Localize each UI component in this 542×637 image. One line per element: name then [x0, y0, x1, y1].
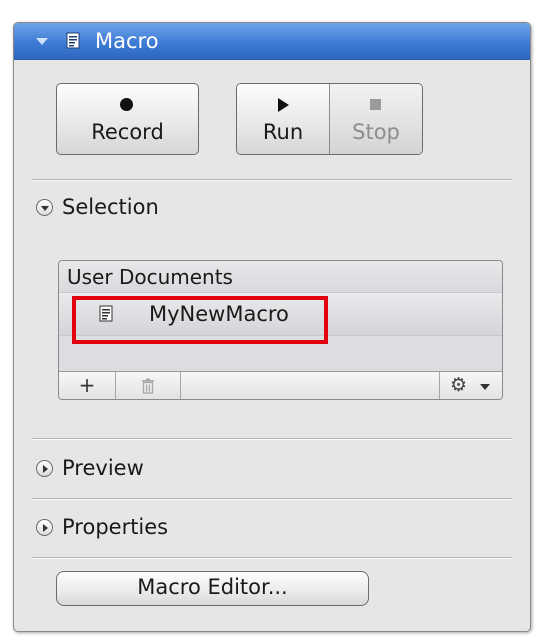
play-icon: [278, 98, 289, 112]
chevron-down-icon[interactable]: [36, 38, 48, 45]
macro-panel: Macro Record Run Stop Selection User Doc…: [13, 22, 531, 632]
divider: [32, 498, 512, 500]
properties-label: Properties: [62, 515, 169, 539]
list-toolbar: + ⚙: [59, 371, 502, 399]
run-stop-group: Run Stop: [236, 83, 423, 155]
run-label: Run: [262, 120, 304, 144]
options-menu-button[interactable]: ⚙: [439, 372, 502, 399]
disclosure-collapsed-icon[interactable]: [36, 460, 53, 477]
record-dot-icon: [120, 98, 133, 111]
selection-label: Selection: [62, 195, 159, 219]
background-strip: [0, 0, 542, 22]
list-group-header: User Documents: [59, 261, 502, 291]
add-button[interactable]: +: [59, 372, 116, 399]
list-item-label: MyNewMacro: [149, 302, 289, 326]
divider: [32, 557, 512, 559]
plus-icon: +: [78, 373, 96, 397]
disclosure-expanded-icon[interactable]: [36, 199, 53, 216]
macro-document-icon: [66, 32, 80, 49]
record-button[interactable]: Record: [56, 83, 199, 155]
macro-editor-button[interactable]: Macro Editor...: [56, 571, 369, 606]
panel-header[interactable]: Macro: [14, 23, 530, 60]
disclosure-collapsed-icon[interactable]: [36, 519, 53, 536]
divider: [32, 179, 512, 181]
panel-title: Macro: [95, 29, 159, 53]
list-item[interactable]: MyNewMacro: [59, 292, 502, 336]
divider: [32, 438, 512, 440]
macro-document-icon: [99, 305, 113, 322]
delete-button[interactable]: [116, 372, 181, 399]
chevron-down-icon: [480, 384, 490, 390]
preview-label: Preview: [62, 456, 144, 480]
stop-label: Stop: [352, 120, 400, 144]
record-label: Record: [91, 120, 164, 144]
trash-icon: [142, 378, 154, 394]
stop-button[interactable]: Stop: [330, 84, 422, 154]
macro-list: User Documents MyNewMacro + ⚙: [58, 260, 503, 400]
run-button[interactable]: Run: [237, 84, 330, 154]
group-header-label: User Documents: [67, 265, 233, 289]
stop-square-icon: [370, 99, 381, 110]
gear-icon: ⚙: [450, 374, 468, 396]
